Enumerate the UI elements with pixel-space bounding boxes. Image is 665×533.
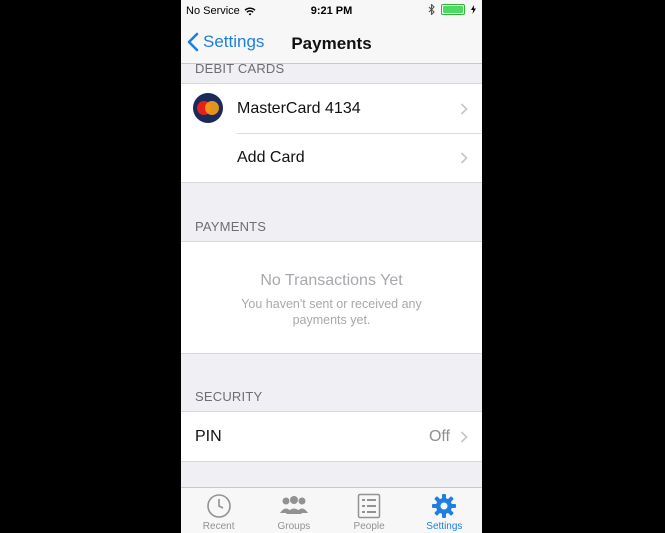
card-row[interactable]: MasterCard 4134 — [181, 84, 482, 133]
add-card-row[interactable]: Add Card — [181, 133, 482, 182]
add-card-label: Add Card — [237, 148, 305, 166]
debit-cards-group: MasterCard 4134 Add Card — [181, 83, 482, 183]
group-icon — [279, 496, 308, 514]
security-group: PIN Off — [181, 411, 482, 462]
chevron-right-icon — [460, 151, 468, 164]
bluetooth-icon — [428, 4, 435, 15]
tab-label: Recent — [202, 521, 235, 532]
gear-icon — [432, 494, 457, 518]
pin-value: Off — [428, 427, 450, 445]
tab-label: People — [353, 521, 385, 532]
mastercard-logo — [193, 93, 223, 123]
status-bar: No Service 9:21 PM — [181, 0, 482, 22]
pin-row[interactable]: PIN Off — [181, 412, 482, 461]
charging-icon — [471, 5, 476, 14]
battery-icon — [441, 4, 465, 15]
clock-icon — [206, 494, 231, 518]
list-icon — [357, 493, 381, 519]
tab-settings[interactable]: Settings — [407, 488, 482, 533]
pin-label: PIN — [195, 427, 222, 445]
chevron-right-icon — [460, 430, 468, 443]
payments-header: PAYMENTS — [195, 219, 267, 234]
tab-label: Groups — [277, 521, 311, 532]
navigation-bar: Settings Payments — [181, 22, 482, 64]
empty-subtitle: You haven't sent or received any payment… — [241, 297, 422, 327]
tab-people[interactable]: People — [332, 488, 407, 533]
debit-cards-header: DEBIT CARDS — [195, 61, 285, 76]
tab-bar: Recent Groups People Settings — [181, 487, 482, 533]
chevron-right-icon — [460, 102, 468, 115]
tab-groups[interactable]: Groups — [256, 488, 331, 533]
status-right — [428, 4, 476, 15]
security-header: SECURITY — [195, 389, 263, 404]
phone-screen: No Service 9:21 PM Settings Payments DEB… — [181, 0, 482, 533]
tab-label: Settings — [426, 521, 463, 532]
card-label: MasterCard 4134 — [237, 99, 361, 117]
page-title: Payments — [291, 34, 372, 53]
tab-recent[interactable]: Recent — [181, 488, 256, 533]
empty-title: No Transactions Yet — [260, 272, 403, 289]
payments-empty-state: No Transactions Yet You haven't sent or … — [181, 241, 482, 354]
